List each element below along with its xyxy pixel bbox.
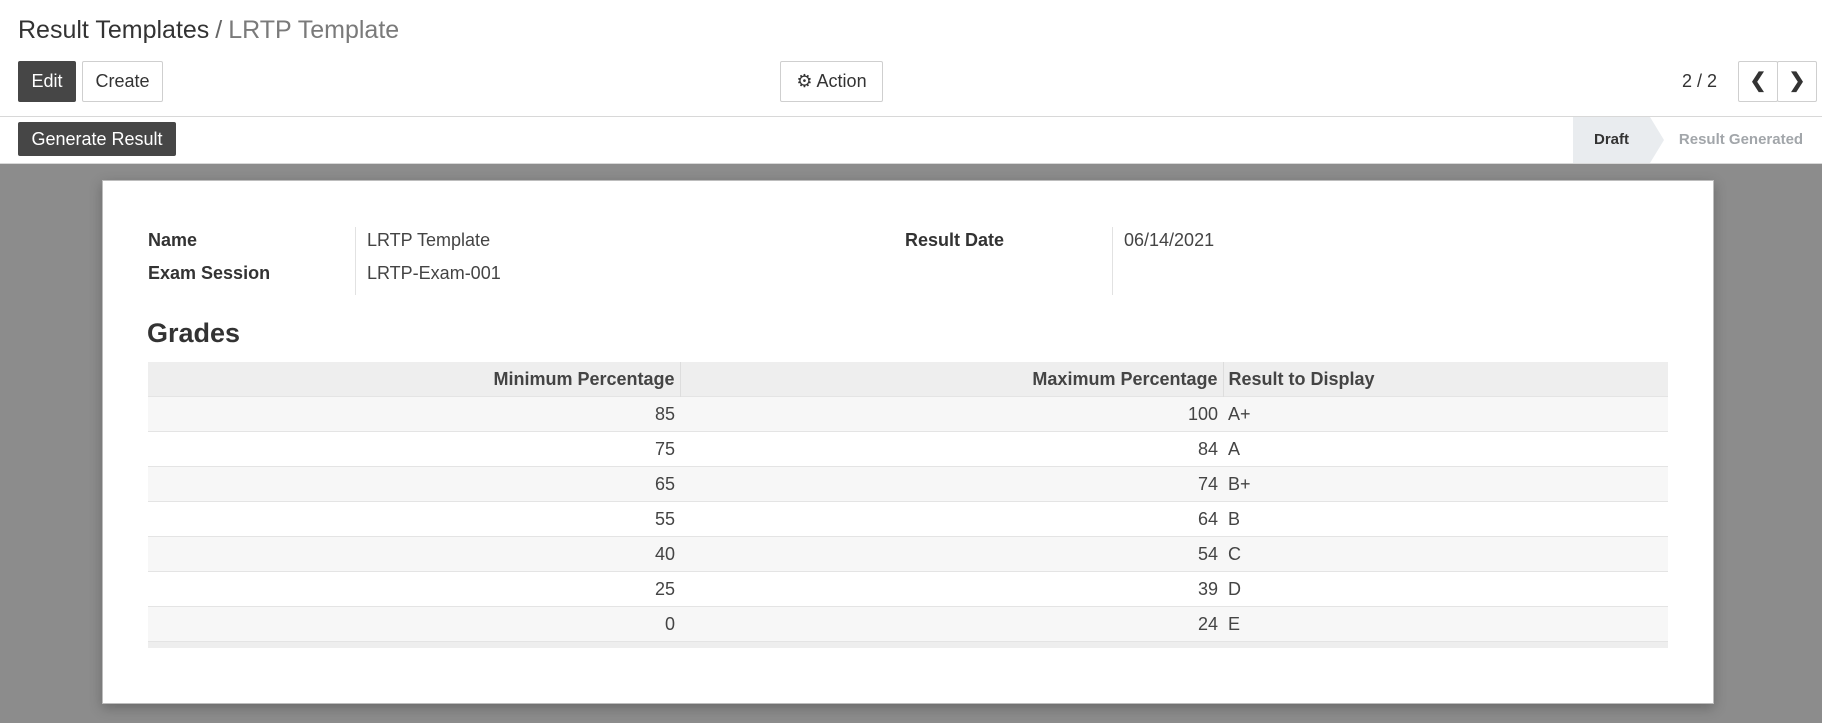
max-percentage-cell: 100 [680, 396, 1223, 432]
result-cell: C [1223, 536, 1668, 572]
name-value: LRTP Template [367, 230, 491, 250]
name-label: Name [148, 230, 198, 250]
table-row[interactable]: 85 100 A+ [148, 396, 1668, 432]
generate-result-button[interactable]: Generate Result [18, 122, 176, 156]
table-row[interactable]: 65 74 B+ [148, 466, 1668, 502]
status-stage-result-generated[interactable]: Result Generated [1665, 117, 1817, 163]
control-panel: Result Templates / LRTP Template Edit Crea… [0, 0, 1822, 117]
min-percentage-cell: 65 [148, 466, 680, 502]
min-percentage-cell: 55 [148, 501, 680, 537]
grades-title: Grades [147, 318, 241, 348]
min-percentage-cell: 75 [148, 431, 680, 467]
table-row[interactable]: 0 24 E [148, 606, 1668, 642]
result-cell: B+ [1223, 466, 1668, 502]
breadcrumb-separator: / [215, 16, 223, 44]
result-cell: B [1223, 501, 1668, 537]
pager-next-button[interactable]: ❯ [1777, 61, 1817, 102]
result-date-label: Result Date [905, 230, 1005, 250]
column-header-minimum-percentage[interactable]: Minimum Percentage [148, 362, 681, 397]
create-button[interactable]: Create [82, 61, 163, 102]
chevron-left-icon: ❮ [1749, 70, 1767, 92]
exam-session-value[interactable]: LRTP-Exam-001 [367, 263, 501, 284]
max-percentage-cell: 84 [680, 431, 1223, 467]
table-footer-row [148, 641, 1668, 648]
result-cell: A+ [1223, 396, 1668, 432]
min-percentage-cell: 0 [148, 606, 680, 642]
action-label: Action [816, 71, 867, 91]
max-percentage-cell: 39 [680, 571, 1223, 607]
action-button[interactable]: ⚙ Action [780, 61, 883, 102]
breadcrumb-current: LRTP Template [228, 16, 400, 44]
field-divider [355, 227, 356, 295]
table-row[interactable]: 25 39 D [148, 571, 1668, 607]
min-percentage-cell: 85 [148, 396, 680, 432]
status-bar [0, 117, 1822, 164]
table-row[interactable]: 40 54 C [148, 536, 1668, 572]
table-header-row: Minimum Percentage Maximum Percentage Re… [148, 362, 1668, 397]
pager-value: 2 / 2 [1682, 71, 1718, 91]
gear-icon: ⚙ [796, 71, 813, 91]
breadcrumb-parent-link[interactable]: Result Templates [18, 16, 209, 44]
result-cell: D [1223, 571, 1668, 607]
result-cell: E [1223, 606, 1668, 642]
field-divider [1112, 227, 1113, 295]
max-percentage-cell: 64 [680, 501, 1223, 537]
min-percentage-cell: 25 [148, 571, 680, 607]
grades-table: Minimum Percentage Maximum Percentage Re… [148, 362, 1668, 648]
chevron-right-icon: ❯ [1788, 70, 1806, 92]
max-percentage-cell: 24 [680, 606, 1223, 642]
edit-button[interactable]: Edit [18, 61, 76, 102]
max-percentage-cell: 74 [680, 466, 1223, 502]
pager-previous-button[interactable]: ❮ [1738, 61, 1778, 102]
max-percentage-cell: 54 [680, 536, 1223, 572]
table-row[interactable]: 75 84 A [148, 431, 1668, 467]
column-header-maximum-percentage[interactable]: Maximum Percentage [680, 362, 1224, 397]
result-date-value: 06/14/2021 [1124, 230, 1215, 250]
status-stage-draft[interactable]: Draft [1573, 117, 1664, 163]
min-percentage-cell: 40 [148, 536, 680, 572]
table-row[interactable]: 55 64 B [148, 501, 1668, 537]
breadcrumb: Result Templates / LRTP Template [18, 14, 399, 46]
result-cell: A [1223, 431, 1668, 467]
column-header-result-to-display[interactable]: Result to Display [1223, 362, 1668, 397]
exam-session-label: Exam Session [148, 263, 271, 283]
